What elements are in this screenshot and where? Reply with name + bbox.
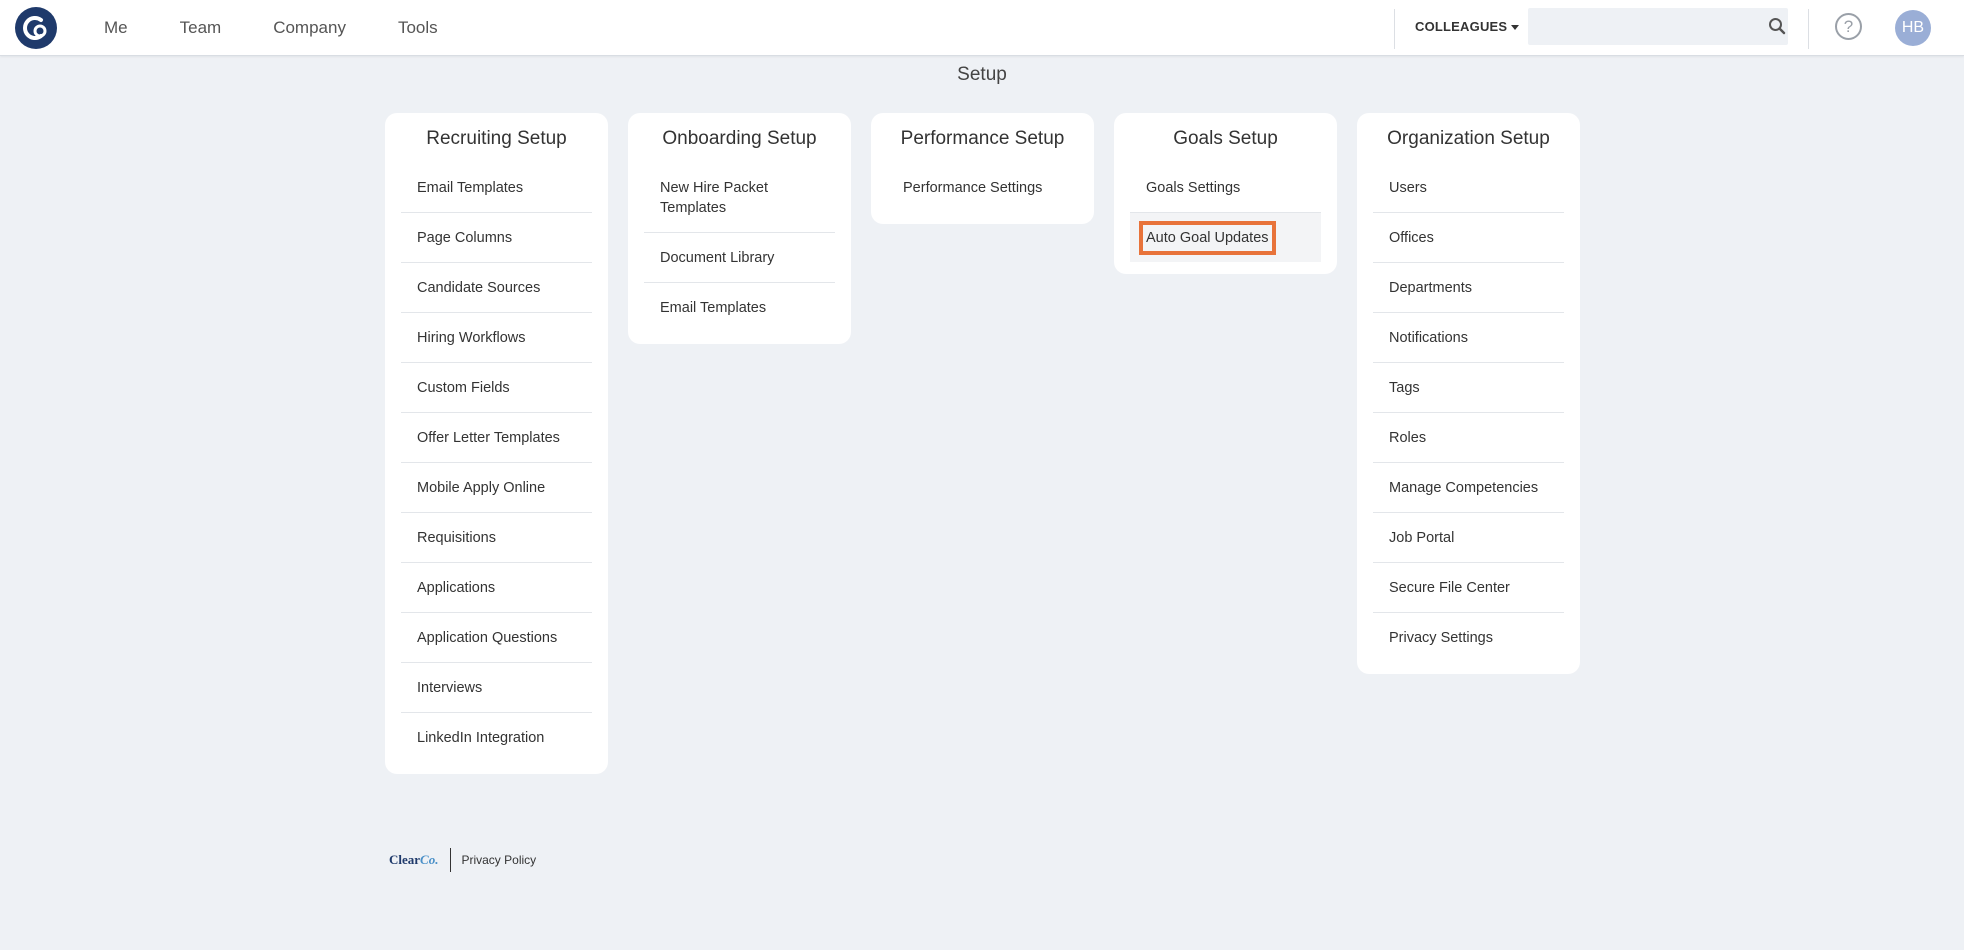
auto-goal-updates-label: Auto Goal Updates	[1139, 221, 1276, 255]
top-navbar: Me Team Company Tools COLLEAGUES ? HB	[0, 0, 1964, 56]
privacy-policy-link[interactable]: Privacy Policy	[461, 853, 536, 867]
nav-item-me[interactable]: Me	[104, 18, 128, 38]
company-logo-icon[interactable]	[15, 7, 57, 49]
colleagues-dropdown[interactable]: COLLEAGUES	[1415, 0, 1520, 53]
setup-link-departments[interactable]: Departments	[1373, 263, 1564, 313]
footer-logo-part2: Co.	[420, 852, 439, 867]
nav-divider-2	[1808, 9, 1809, 49]
page-title: Setup	[957, 64, 1007, 85]
card-title: Goals Setup	[1173, 128, 1278, 149]
setup-link-document-library[interactable]: Document Library	[644, 233, 835, 283]
nav-divider	[1394, 9, 1395, 49]
main-nav: Me Team Company Tools	[104, 0, 490, 56]
setup-link-auto-goal-updates[interactable]: Auto Goal Updates	[1130, 213, 1321, 262]
card-title: Organization Setup	[1387, 128, 1550, 149]
setup-link-goals-settings[interactable]: Goals Settings	[1130, 163, 1321, 213]
setup-link-interviews[interactable]: Interviews	[401, 663, 592, 713]
setup-link-mobile-apply-online[interactable]: Mobile Apply Online	[401, 463, 592, 513]
footer-divider	[450, 848, 452, 872]
search-input[interactable]	[1528, 8, 1748, 45]
card-goals-setup: Goals Setup Goals Settings Auto Goal Upd…	[1114, 113, 1337, 274]
chevron-down-icon	[1511, 24, 1520, 30]
setup-link-page-columns[interactable]: Page Columns	[401, 213, 592, 263]
search-box	[1528, 8, 1788, 45]
setup-link-users[interactable]: Users	[1373, 163, 1564, 213]
setup-link-candidate-sources[interactable]: Candidate Sources	[401, 263, 592, 313]
setup-link-custom-fields[interactable]: Custom Fields	[401, 363, 592, 413]
setup-link-offer-letter-templates[interactable]: Offer Letter Templates	[401, 413, 592, 463]
setup-link-offices[interactable]: Offices	[1373, 213, 1564, 263]
card-title: Recruiting Setup	[426, 128, 567, 149]
nav-item-team[interactable]: Team	[180, 18, 222, 38]
colleagues-label: COLLEAGUES	[1415, 19, 1508, 34]
setup-link-roles[interactable]: Roles	[1373, 413, 1564, 463]
setup-link-new-hire-packet-templates[interactable]: New Hire Packet Templates	[644, 163, 835, 233]
footer: ClearCo. Privacy Policy	[389, 848, 536, 872]
search-icon[interactable]	[1768, 17, 1786, 35]
setup-link-application-questions[interactable]: Application Questions	[401, 613, 592, 663]
footer-logo: ClearCo.	[389, 852, 438, 868]
card-organization-setup: Organization Setup Users Offices Departm…	[1357, 113, 1580, 674]
setup-link-requisitions[interactable]: Requisitions	[401, 513, 592, 563]
setup-link-notifications[interactable]: Notifications	[1373, 313, 1564, 363]
nav-item-company[interactable]: Company	[273, 18, 346, 38]
setup-link-email-templates[interactable]: Email Templates	[644, 283, 835, 332]
setup-link-performance-settings[interactable]: Performance Settings	[887, 163, 1078, 212]
setup-link-email-templates[interactable]: Email Templates	[401, 163, 592, 213]
setup-link-tags[interactable]: Tags	[1373, 363, 1564, 413]
card-title: Onboarding Setup	[662, 128, 817, 149]
setup-link-job-portal[interactable]: Job Portal	[1373, 513, 1564, 563]
avatar[interactable]: HB	[1895, 10, 1931, 46]
card-performance-setup: Performance Setup Performance Settings	[871, 113, 1094, 224]
help-icon[interactable]: ?	[1835, 13, 1862, 40]
setup-link-privacy-settings[interactable]: Privacy Settings	[1373, 613, 1564, 662]
setup-link-manage-competencies[interactable]: Manage Competencies	[1373, 463, 1564, 513]
card-onboarding-setup: Onboarding Setup New Hire Packet Templat…	[628, 113, 851, 344]
setup-link-linkedin-integration[interactable]: LinkedIn Integration	[401, 713, 592, 762]
setup-link-applications[interactable]: Applications	[401, 563, 592, 613]
footer-logo-part1: Clear	[389, 852, 421, 867]
nav-item-tools[interactable]: Tools	[398, 18, 438, 38]
card-recruiting-setup: Recruiting Setup Email Templates Page Co…	[385, 113, 608, 774]
card-title: Performance Setup	[900, 128, 1065, 149]
setup-link-secure-file-center[interactable]: Secure File Center	[1373, 563, 1564, 613]
help-glyph: ?	[1843, 16, 1854, 36]
setup-link-hiring-workflows[interactable]: Hiring Workflows	[401, 313, 592, 363]
